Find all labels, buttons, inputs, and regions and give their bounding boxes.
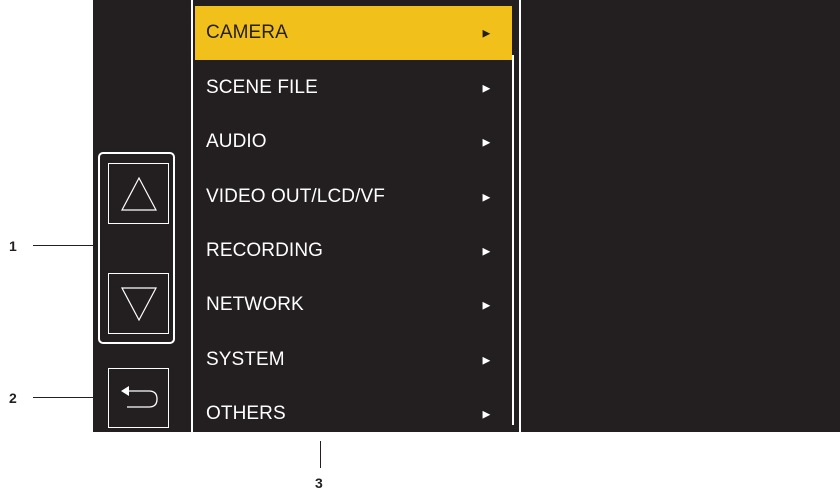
scroll-down-button[interactable]: [108, 273, 169, 334]
callout-1-number: 1: [9, 238, 17, 254]
submenu-arrow-icon: ►: [480, 25, 493, 41]
return-arrow-icon: [120, 386, 158, 408]
submenu-arrow-icon: ►: [480, 406, 493, 422]
menu-item-label: SCENE FILE: [206, 77, 318, 98]
scroll-up-button[interactable]: [108, 163, 169, 224]
submenu-arrow-icon: ►: [480, 297, 493, 313]
back-button[interactable]: [108, 368, 169, 428]
submenu-arrow-icon: ►: [480, 189, 493, 205]
submenu-arrow-icon: ►: [480, 134, 493, 150]
menu-scrollbar[interactable]: [512, 55, 514, 425]
menu-item-label: OTHERS: [206, 403, 286, 424]
menu-item-label: NETWORK: [206, 294, 304, 315]
main-menu: CAMERA ► SCENE FILE ► AUDIO ► VIDEO OUT/LCD/VF…: [195, 6, 512, 438]
menu-item-camera[interactable]: CAMERA ►: [195, 6, 512, 60]
callout-2-line: [33, 397, 108, 398]
callout-3-line: [320, 441, 321, 468]
triangle-up-icon: [120, 176, 157, 211]
callout-2-number: 2: [9, 390, 17, 406]
callout-3-number: 3: [315, 475, 323, 491]
menu-item-label: CAMERA: [206, 22, 288, 43]
menu-item-others[interactable]: OTHERS ►: [195, 387, 512, 441]
menu-item-label: SYSTEM: [206, 349, 285, 370]
menu-item-system[interactable]: SYSTEM ►: [195, 333, 512, 387]
menu-item-label: RECORDING: [206, 240, 324, 261]
menu-item-network[interactable]: NETWORK ►: [195, 278, 512, 332]
menu-item-audio[interactable]: AUDIO ►: [195, 115, 512, 169]
menu-item-scene-file[interactable]: SCENE FILE ►: [195, 61, 512, 115]
submenu-arrow-icon: ►: [480, 352, 493, 368]
submenu-arrow-icon: ►: [480, 243, 493, 259]
callout-1-line: [33, 245, 98, 246]
menu-item-label: VIDEO OUT/LCD/VF: [206, 186, 385, 207]
submenu-arrow-icon: ►: [480, 80, 493, 96]
menu-item-video-out-lcd-vf[interactable]: VIDEO OUT/LCD/VF ►: [195, 170, 512, 224]
triangle-down-icon: [120, 286, 157, 321]
menu-item-label: AUDIO: [206, 131, 267, 152]
menu-item-recording[interactable]: RECORDING ►: [195, 224, 512, 278]
